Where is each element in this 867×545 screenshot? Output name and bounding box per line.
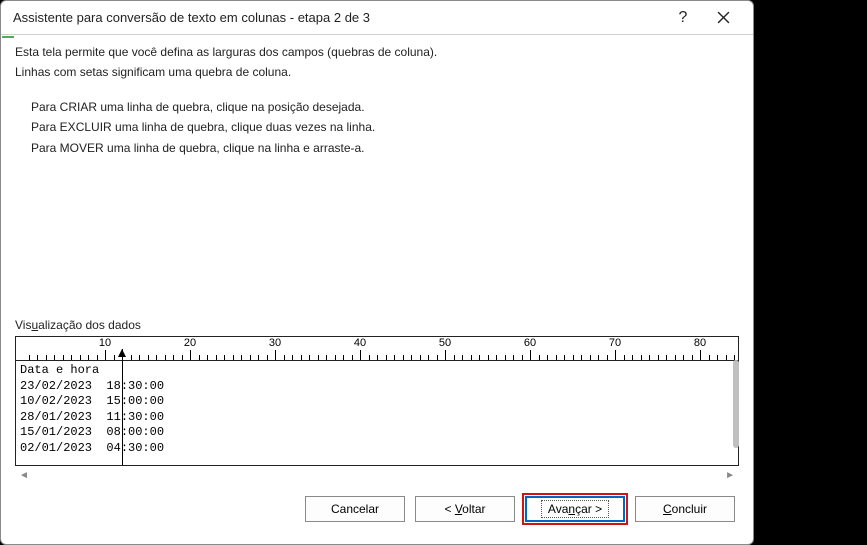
intro-line-2: Linhas com setas significam uma quebra d… [15,63,739,81]
wizard-dialog: Assistente para conversão de texto em co… [0,0,754,545]
column-break-line[interactable] [122,349,123,465]
intro-text: Esta tela permite que você defina as lar… [15,43,739,83]
ruler-tick-label: 80 [694,337,706,349]
dialog-body: Esta tela permite que você defina as lar… [1,35,753,544]
close-icon [717,11,730,24]
instruction-move: Para MOVER uma linha de quebra, clique n… [31,138,739,158]
back-button[interactable]: < Voltar [415,496,515,522]
finish-button[interactable]: Concluir [635,496,735,522]
cancel-button[interactable]: Cancelar [305,496,405,522]
ruler-tick-label: 70 [609,337,621,349]
instruction-create: Para CRIAR uma linha de quebra, clique n… [31,97,739,117]
close-button[interactable] [703,4,743,32]
scroll-right-icon[interactable]: ► [725,470,735,481]
preview-label: Visualização dos dados [15,318,739,332]
ruler-tick-label: 60 [524,337,536,349]
ruler-tick-label: 30 [269,337,281,349]
ruler-tick-label: 40 [354,337,366,349]
back-label: < Voltar [444,502,485,516]
instruction-delete: Para EXCLUIR uma linha de quebra, clique… [31,117,739,137]
accent-bar [2,36,14,38]
help-button[interactable]: ? [663,4,703,32]
next-button[interactable]: Avançar > [525,496,625,522]
dialog-title: Assistente para conversão de texto em co… [13,10,663,25]
next-label: Avançar > [541,500,609,518]
preview-text: Data e hora 23/02/2023 18:30:00 10/02/20… [16,361,738,459]
instructions-text: Para CRIAR uma linha de quebra, clique n… [31,97,739,158]
vertical-scrollbar-thumb[interactable] [733,360,739,448]
preview-box[interactable]: 10 20 30 40 50 60 70 80 Data e hora 23/02/2023 … [15,336,739,466]
horizontal-scrollbar[interactable]: ◄ ► [15,466,739,484]
preview-area: 10 20 30 40 50 60 70 80 Data e hora 23/02/2023 … [15,334,739,466]
button-row: Cancelar < Voltar Avançar > Concluir [15,484,739,534]
titlebar: Assistente para conversão de texto em co… [1,1,753,35]
ruler-tick-label: 50 [439,337,451,349]
cancel-label: Cancelar [331,502,379,516]
ruler-tick-label: 10 [99,337,111,349]
ruler-tick-label: 20 [184,337,196,349]
scroll-left-icon[interactable]: ◄ [19,470,29,481]
finish-label: Concluir [663,502,707,516]
break-arrow-icon [118,349,126,357]
intro-line-1: Esta tela permite que você defina as lar… [15,43,739,61]
